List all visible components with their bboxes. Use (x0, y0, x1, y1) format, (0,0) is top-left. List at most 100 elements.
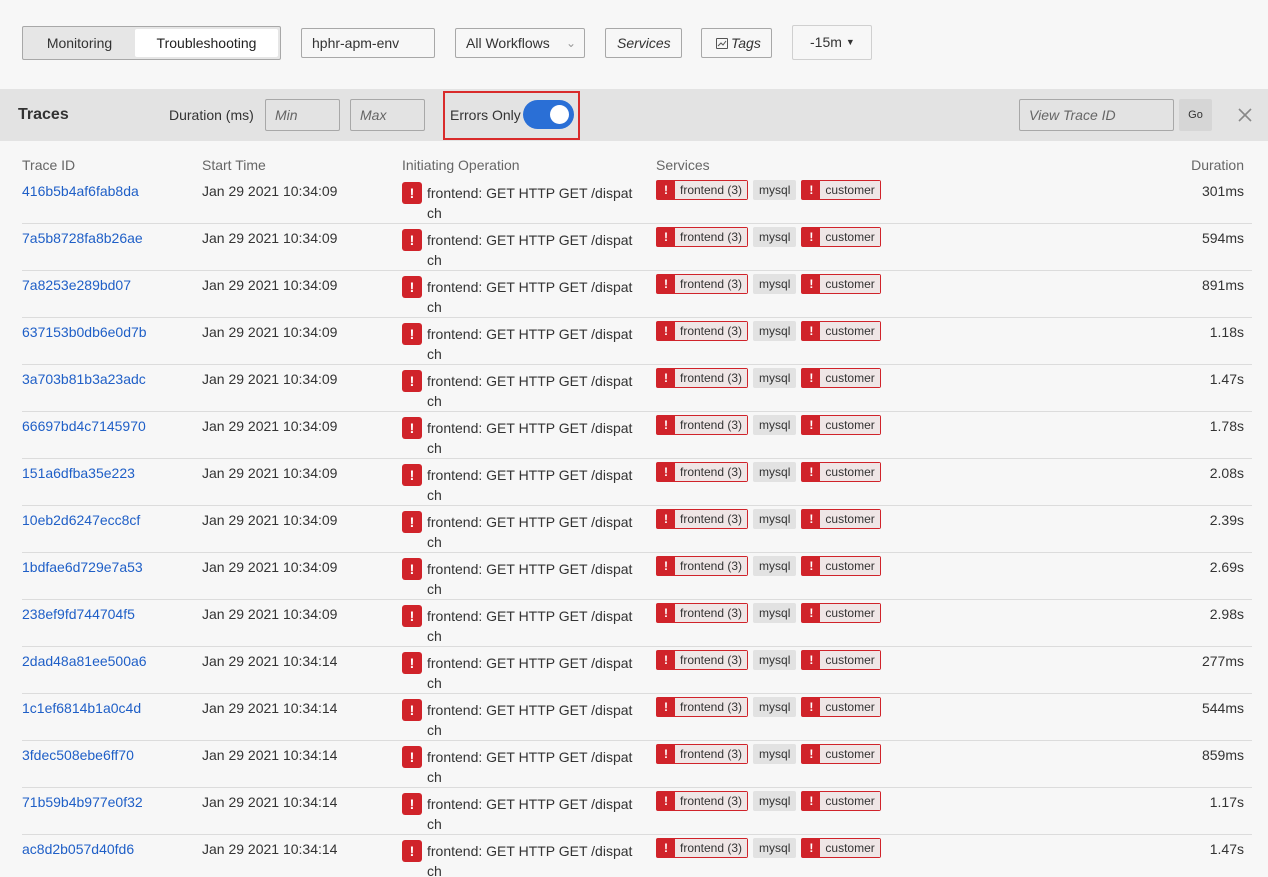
column-header-services[interactable]: Services (656, 157, 710, 173)
column-header-operation[interactable]: Initiating Operation (402, 157, 520, 173)
table-row[interactable]: 7a8253e289bd07 Jan 29 2021 10:34:09 ! fr… (22, 271, 1252, 318)
exclamation-icon: ! (402, 182, 422, 204)
service-badge[interactable]: mysql (753, 509, 797, 529)
services-list: ! frontend (3) mysql ! customer (656, 368, 881, 388)
environment-selector[interactable]: hphr-apm-env (301, 28, 435, 58)
initiating-operation: frontend: GET HTTP GET /dispatch (427, 655, 633, 691)
trace-id-link[interactable]: 1c1ef6814b1a0c4d (22, 700, 141, 716)
tab-monitoring[interactable]: Monitoring (25, 29, 134, 57)
table-row[interactable]: 151a6dfba35e223 Jan 29 2021 10:34:09 ! f… (22, 459, 1252, 506)
service-badge-error[interactable]: ! frontend (3) (656, 462, 749, 482)
service-badge-error[interactable]: ! frontend (3) (656, 838, 749, 858)
service-badge-error[interactable]: ! frontend (3) (656, 650, 749, 670)
service-badge-error[interactable]: ! frontend (3) (656, 509, 749, 529)
workflows-dropdown[interactable]: All Workflows ⌄ (455, 28, 585, 58)
service-badge-error[interactable]: ! frontend (3) (656, 415, 749, 435)
service-badge-error[interactable]: ! customer (801, 556, 881, 576)
service-badge[interactable]: mysql (753, 556, 797, 576)
service-badge[interactable]: mysql (753, 415, 797, 435)
duration-min-input[interactable] (265, 99, 340, 131)
tab-troubleshooting[interactable]: Troubleshooting (135, 29, 278, 57)
table-row[interactable]: 1c1ef6814b1a0c4d Jan 29 2021 10:34:14 ! … (22, 694, 1252, 741)
service-badge-error[interactable]: ! customer (801, 603, 881, 623)
service-badge[interactable]: mysql (753, 368, 797, 388)
table-row[interactable]: 3fdec508ebe6ff70 Jan 29 2021 10:34:14 ! … (22, 741, 1252, 788)
service-badge-error[interactable]: ! frontend (3) (656, 697, 749, 717)
tags-filter[interactable]: Tags (701, 28, 772, 58)
service-badge-error[interactable]: ! customer (801, 462, 881, 482)
service-badge-error[interactable]: ! customer (801, 838, 881, 858)
service-badge-error[interactable]: ! customer (801, 697, 881, 717)
service-badge-error[interactable]: ! frontend (3) (656, 744, 749, 764)
table-row[interactable]: 10eb2d6247ecc8cf Jan 29 2021 10:34:09 ! … (22, 506, 1252, 553)
trace-id-link[interactable]: 151a6dfba35e223 (22, 465, 135, 481)
trace-id-link[interactable]: 71b59b4b977e0f32 (22, 794, 143, 810)
service-badge-error[interactable]: ! customer (801, 791, 881, 811)
errors-only-toggle[interactable] (523, 100, 574, 129)
close-icon[interactable] (1236, 106, 1254, 124)
trace-id-input[interactable] (1019, 99, 1174, 131)
table-row[interactable]: 637153b0db6e0d7b Jan 29 2021 10:34:09 ! … (22, 318, 1252, 365)
table-row[interactable]: 416b5b4af6fab8da Jan 29 2021 10:34:09 ! … (22, 177, 1252, 224)
trace-id-link[interactable]: 2dad48a81ee500a6 (22, 653, 147, 669)
service-badge[interactable]: mysql (753, 321, 797, 341)
service-name: customer (820, 369, 880, 387)
trace-id-link[interactable]: 7a8253e289bd07 (22, 277, 131, 293)
service-badge[interactable]: mysql (753, 603, 797, 623)
trace-id-link[interactable]: 3a703b81b3a23adc (22, 371, 146, 387)
services-filter[interactable]: Services (605, 28, 682, 58)
service-badge[interactable]: mysql (753, 838, 797, 858)
duration-max-input[interactable] (350, 99, 425, 131)
table-row[interactable]: 238ef9fd744704f5 Jan 29 2021 10:34:09 ! … (22, 600, 1252, 647)
service-badge[interactable]: mysql (753, 791, 797, 811)
exclamation-icon: ! (657, 745, 675, 763)
trace-id-link[interactable]: 416b5b4af6fab8da (22, 183, 139, 199)
service-badge-error[interactable]: ! customer (801, 415, 881, 435)
service-badge-error[interactable]: ! frontend (3) (656, 180, 749, 200)
trace-id-link[interactable]: 1bdfae6d729e7a53 (22, 559, 143, 575)
exclamation-icon: ! (802, 745, 821, 763)
service-badge-error[interactable]: ! frontend (3) (656, 791, 749, 811)
service-badge[interactable]: mysql (753, 180, 797, 200)
trace-id-link[interactable]: 10eb2d6247ecc8cf (22, 512, 140, 528)
service-badge-error[interactable]: ! frontend (3) (656, 321, 749, 341)
service-badge-error[interactable]: ! customer (801, 744, 881, 764)
service-badge[interactable]: mysql (753, 274, 797, 294)
start-time: Jan 29 2021 10:34:14 (202, 747, 338, 763)
service-badge-error[interactable]: ! frontend (3) (656, 556, 749, 576)
trace-id-link[interactable]: 66697bd4c7145970 (22, 418, 146, 434)
service-badge-error[interactable]: ! customer (801, 321, 881, 341)
table-row[interactable]: 71b59b4b977e0f32 Jan 29 2021 10:34:14 ! … (22, 788, 1252, 835)
table-row[interactable]: ac8d2b057d40fd6 Jan 29 2021 10:34:14 ! f… (22, 835, 1252, 877)
go-button[interactable]: Go (1179, 99, 1212, 131)
table-row[interactable]: 7a5b8728fa8b26ae Jan 29 2021 10:34:09 ! … (22, 224, 1252, 271)
service-badge[interactable]: mysql (753, 744, 797, 764)
service-badge[interactable]: mysql (753, 462, 797, 482)
service-badge-error[interactable]: ! customer (801, 274, 881, 294)
table-row[interactable]: 1bdfae6d729e7a53 Jan 29 2021 10:34:09 ! … (22, 553, 1252, 600)
trace-id-link[interactable]: 238ef9fd744704f5 (22, 606, 135, 622)
column-header-trace-id[interactable]: Trace ID (22, 157, 75, 173)
service-badge[interactable]: mysql (753, 227, 797, 247)
service-badge-error[interactable]: ! frontend (3) (656, 227, 749, 247)
service-badge[interactable]: mysql (753, 697, 797, 717)
time-range-picker[interactable]: -15m ▼ (792, 25, 872, 60)
service-badge-error[interactable]: ! customer (801, 227, 881, 247)
trace-id-link[interactable]: ac8d2b057d40fd6 (22, 841, 134, 857)
service-badge-error[interactable]: ! customer (801, 650, 881, 670)
service-badge-error[interactable]: ! customer (801, 180, 881, 200)
table-row[interactable]: 66697bd4c7145970 Jan 29 2021 10:34:09 ! … (22, 412, 1252, 459)
trace-id-link[interactable]: 3fdec508ebe6ff70 (22, 747, 134, 763)
service-badge-error[interactable]: ! customer (801, 509, 881, 529)
column-header-start-time[interactable]: Start Time (202, 157, 266, 173)
trace-id-link[interactable]: 7a5b8728fa8b26ae (22, 230, 143, 246)
service-badge-error[interactable]: ! frontend (3) (656, 603, 749, 623)
table-row[interactable]: 2dad48a81ee500a6 Jan 29 2021 10:34:14 ! … (22, 647, 1252, 694)
service-badge-error[interactable]: ! frontend (3) (656, 368, 749, 388)
column-header-duration[interactable]: Duration (1191, 157, 1244, 173)
service-badge-error[interactable]: ! frontend (3) (656, 274, 749, 294)
service-badge[interactable]: mysql (753, 650, 797, 670)
service-badge-error[interactable]: ! customer (801, 368, 881, 388)
trace-id-link[interactable]: 637153b0db6e0d7b (22, 324, 147, 340)
table-row[interactable]: 3a703b81b3a23adc Jan 29 2021 10:34:09 ! … (22, 365, 1252, 412)
